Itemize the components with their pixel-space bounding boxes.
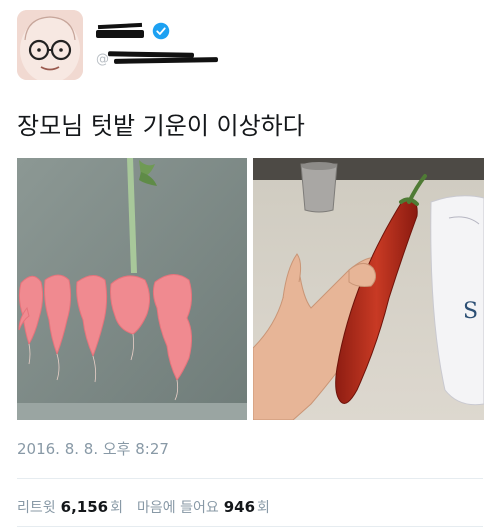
like-unit: 회: [257, 500, 270, 516]
tweet-photo-pepper[interactable]: S: [253, 158, 484, 420]
divider-bottom: [17, 526, 483, 527]
chili-pepper-image: S: [253, 158, 484, 420]
carrots-image: [17, 158, 247, 420]
divider-top: [17, 478, 483, 479]
tweet-stats: 리트윗 6,156 회 마음에 들어요 946 회: [17, 497, 270, 517]
svg-text:S: S: [463, 299, 478, 324]
author-name[interactable]: [96, 20, 170, 42]
retweet-count[interactable]: 6,156: [61, 498, 108, 516]
tweet-timestamp[interactable]: 2016. 8. 8. 오후 8:27: [17, 438, 169, 459]
author-handle[interactable]: @: [96, 50, 219, 68]
cartoon-face-with-glasses-icon: [17, 10, 83, 80]
redacted-name: [96, 24, 146, 38]
verified-badge-icon: [152, 22, 170, 40]
redacted-handle: [107, 51, 220, 64]
tweet-photo-carrots[interactable]: [17, 158, 247, 420]
retweet-label: 리트윗: [17, 500, 56, 516]
retweet-unit: 회: [110, 500, 123, 516]
like-label: 마음에 들어요: [136, 500, 219, 516]
author-avatar[interactable]: [17, 10, 83, 80]
like-count[interactable]: 946: [224, 498, 255, 516]
tweet-text: 장모님 텃밭 기운이 이상하다: [17, 112, 305, 140]
